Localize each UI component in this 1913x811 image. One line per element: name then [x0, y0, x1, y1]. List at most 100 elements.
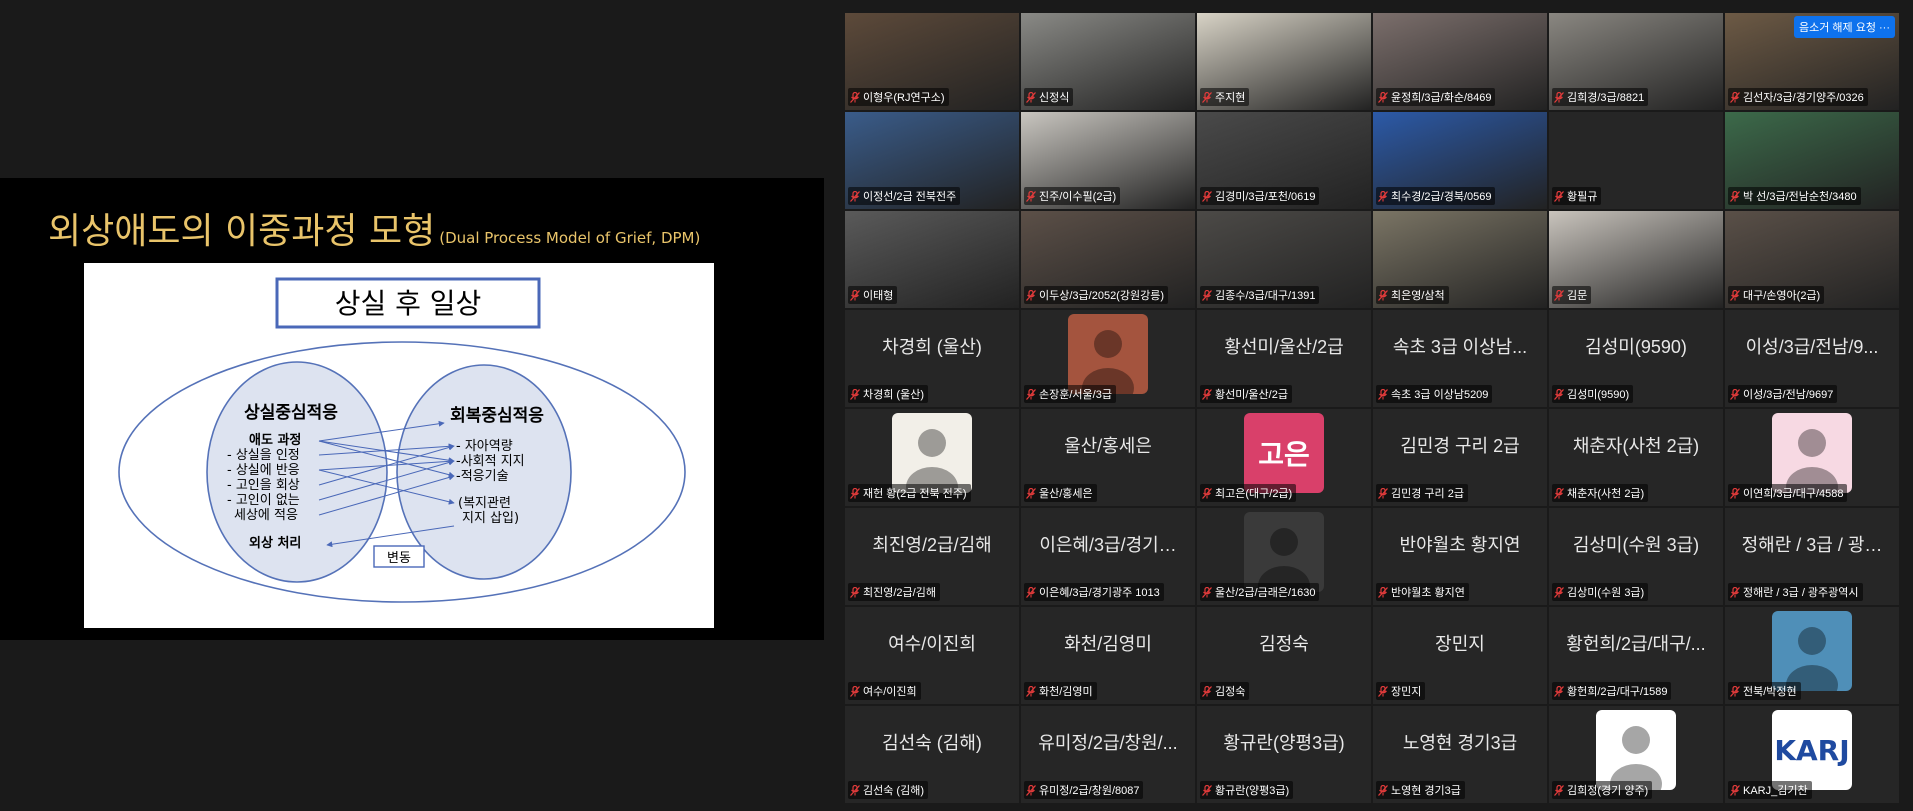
loss-item: 애도 과정: [249, 432, 301, 448]
participant-name: 이형우(RJ연구소): [863, 92, 945, 104]
participant-name: 장민지: [1391, 686, 1422, 698]
participant-tile[interactable]: 최수경/2급/경북/0569: [1373, 112, 1547, 209]
display-name: 노영현 경기3급: [1402, 733, 1518, 753]
muted-mic-icon: [850, 586, 860, 598]
participant-tile[interactable]: 고은 최고은(대구/2급): [1197, 409, 1371, 506]
participant-tile[interactable]: 여수/이진희 여수/이진희: [845, 607, 1019, 704]
participant-tile[interactable]: 속초 3급 이상남... 속초 3급 이상남5209: [1373, 310, 1547, 407]
participant-name: 이정선/2급 전북전주: [863, 191, 957, 203]
participant-tile[interactable]: 김종수/3급/대구/1391: [1197, 211, 1371, 308]
participant-tile[interactable]: 최진영/2급/김해 최진영/2급/김해: [845, 508, 1019, 605]
participant-name-tag: 이연희/3급/대구/4588: [1728, 484, 1848, 502]
participant-name-tag: 최은영/삼척: [1376, 286, 1449, 304]
participant-tile[interactable]: 김희경/3급/8821: [1549, 13, 1723, 110]
participant-tile[interactable]: 최은영/삼척: [1373, 211, 1547, 308]
muted-mic-icon: [1026, 388, 1036, 400]
participant-tile[interactable]: 황규란(양평3급) 황규란(양평3급): [1197, 706, 1371, 803]
person-icon: [906, 429, 958, 493]
display-name: 장민지: [1435, 634, 1485, 654]
participant-tile[interactable]: 울산/2급/금래은/1630: [1197, 508, 1371, 605]
participant-tile[interactable]: 황헌희/2급/대구/... 황헌희/2급/대구/1589: [1549, 607, 1723, 704]
muted-mic-icon: [1554, 289, 1564, 301]
participant-name: 김정숙: [1215, 686, 1246, 698]
loss-item: - 고인이 없는: [227, 493, 300, 508]
display-name: 황규란(양평3급): [1223, 733, 1345, 753]
person-icon: [1258, 528, 1310, 592]
participant-name-tag: 정해란 / 3급 / 광주광역시: [1728, 583, 1863, 601]
participant-tile[interactable]: 김상미(수원 3급) 김상미(수원 3급): [1549, 508, 1723, 605]
participant-tile[interactable]: 전북/박정현: [1725, 607, 1899, 704]
participant-tile[interactable]: 이연희/3급/대구/4588: [1725, 409, 1899, 506]
display-name: 반야월초 황지연: [1399, 535, 1521, 555]
participant-name-tag: 반야월초 황지연: [1376, 583, 1469, 601]
profile-avatar: [1772, 413, 1852, 493]
participant-tile[interactable]: 김민경 구리 2급 김민경 구리 2급: [1373, 409, 1547, 506]
participant-tile[interactable]: 장민지 장민지: [1373, 607, 1547, 704]
participant-tile[interactable]: 손장훈/서울/3급: [1021, 310, 1195, 407]
muted-mic-icon: [850, 91, 860, 103]
participant-tile[interactable]: 김성미(9590) 김성미(9590): [1549, 310, 1723, 407]
participant-gallery: 이형우(RJ연구소) 신정식 주지현 윤정희/3급/화순/8469 김희경/3급/882…: [845, 13, 1901, 805]
participant-name-tag: 김정숙: [1200, 682, 1250, 700]
participant-tile[interactable]: 차경희 (울산) 차경희 (울산): [845, 310, 1019, 407]
participant-name-tag: 여수/이진희: [848, 682, 921, 700]
participant-tile[interactable]: 이형우(RJ연구소): [845, 13, 1019, 110]
participant-name-tag: 김민경 구리 2급: [1376, 484, 1468, 502]
participant-name: 이성/3급/전남/9697: [1743, 389, 1834, 401]
participant-tile[interactable]: 황필규: [1549, 112, 1723, 209]
participant-name-tag: 최진영/2급/김해: [848, 583, 940, 601]
participant-tile[interactable]: 대구/손영아(2급): [1725, 211, 1899, 308]
participant-tile[interactable]: 신정식: [1021, 13, 1195, 110]
participant-tile[interactable]: 채춘자(사천 2급) 채춘자(사천 2급): [1549, 409, 1723, 506]
participant-name-tag: 노영현 경기3급: [1376, 781, 1465, 799]
display-name: 화천/김영미: [1064, 634, 1152, 654]
participant-tile[interactable]: 황선미/울산/2급 황선미/울산/2급: [1197, 310, 1371, 407]
participant-name-tag: 황필규: [1552, 187, 1602, 205]
participant-tile[interactable]: 이성/3급/전남/9... 이성/3급/전남/9697: [1725, 310, 1899, 407]
participant-tile[interactable]: 화천/김영미 화천/김영미: [1021, 607, 1195, 704]
participant-name: 황헌희/2급/대구/1589: [1567, 686, 1668, 698]
display-name: 김선숙 (김해): [882, 733, 982, 753]
participant-tile[interactable]: 이은혜/3급/경기… 이은혜/3급/경기광주 1013: [1021, 508, 1195, 605]
muted-mic-icon: [1730, 685, 1740, 697]
participant-name-tag: 이은혜/3급/경기광주 1013: [1024, 583, 1164, 601]
participant-tile[interactable]: KARJ KARJ_김기찬: [1725, 706, 1899, 803]
display-name: 이은혜/3급/경기…: [1039, 535, 1177, 555]
participant-tile[interactable]: 김선숙 (김해) 김선숙 (김해): [845, 706, 1019, 803]
unmute-request-label: 음소거 해제 요청: [1798, 22, 1876, 34]
participant-tile[interactable]: 주지현: [1197, 13, 1371, 110]
participant-tile[interactable]: 김문: [1549, 211, 1723, 308]
participant-tile[interactable]: 박 선/3급/전남순천/3480: [1725, 112, 1899, 209]
participant-tile[interactable]: 김선자/3급/경기양주/0326 음소거 해제 요청 ···: [1725, 13, 1899, 110]
participant-tile[interactable]: 반야월초 황지연 반야월초 황지연: [1373, 508, 1547, 605]
muted-mic-icon: [850, 388, 860, 400]
participant-name: 주지현: [1215, 92, 1246, 104]
participant-tile[interactable]: 노영현 경기3급 노영현 경기3급: [1373, 706, 1547, 803]
participant-name-tag: 박 선/3급/전남순천/3480: [1728, 187, 1861, 205]
participant-tile[interactable]: 울산/홍세은 울산/홍세은: [1021, 409, 1195, 506]
display-name: 황선미/울산/2급: [1224, 337, 1344, 357]
participant-tile[interactable]: 윤정희/3급/화순/8469: [1373, 13, 1547, 110]
profile-avatar: [1596, 710, 1676, 790]
participant-tile[interactable]: 유미정/2급/창원/... 유미정/2급/창원/8087: [1021, 706, 1195, 803]
loss-item: - 상실을 인정: [227, 448, 300, 463]
muted-mic-icon: [1378, 487, 1388, 499]
participant-tile[interactable]: 김경미/3급/포천/0619: [1197, 112, 1371, 209]
participant-tile[interactable]: 이태형: [845, 211, 1019, 308]
participant-name: 유미정/2급/창원/8087: [1039, 785, 1140, 797]
participant-tile[interactable]: 이두상/3급/2052(강원강릉): [1021, 211, 1195, 308]
participant-tile[interactable]: 김정숙 김정숙: [1197, 607, 1371, 704]
participant-tile[interactable]: 김희정(경기 양주): [1549, 706, 1723, 803]
participant-tile[interactable]: 정해란 / 3급 / 광… 정해란 / 3급 / 광주광역시: [1725, 508, 1899, 605]
participant-tile[interactable]: 이정선/2급 전북전주: [845, 112, 1019, 209]
muted-mic-icon: [850, 784, 860, 796]
display-name: 울산/홍세은: [1064, 436, 1152, 456]
participant-name-tag: 김문: [1552, 286, 1592, 304]
display-name: 유미정/2급/창원/...: [1038, 733, 1178, 753]
participant-name: 울산/홍세은: [1039, 488, 1093, 500]
unmute-request-button[interactable]: 음소거 해제 요청 ···: [1793, 16, 1895, 38]
participant-tile[interactable]: 진주/이수필(2급): [1021, 112, 1195, 209]
participant-name: 최고은(대구/2급): [1215, 488, 1293, 500]
participant-tile[interactable]: 재헌 황(2급 전북 전주): [845, 409, 1019, 506]
muted-mic-icon: [1554, 91, 1564, 103]
